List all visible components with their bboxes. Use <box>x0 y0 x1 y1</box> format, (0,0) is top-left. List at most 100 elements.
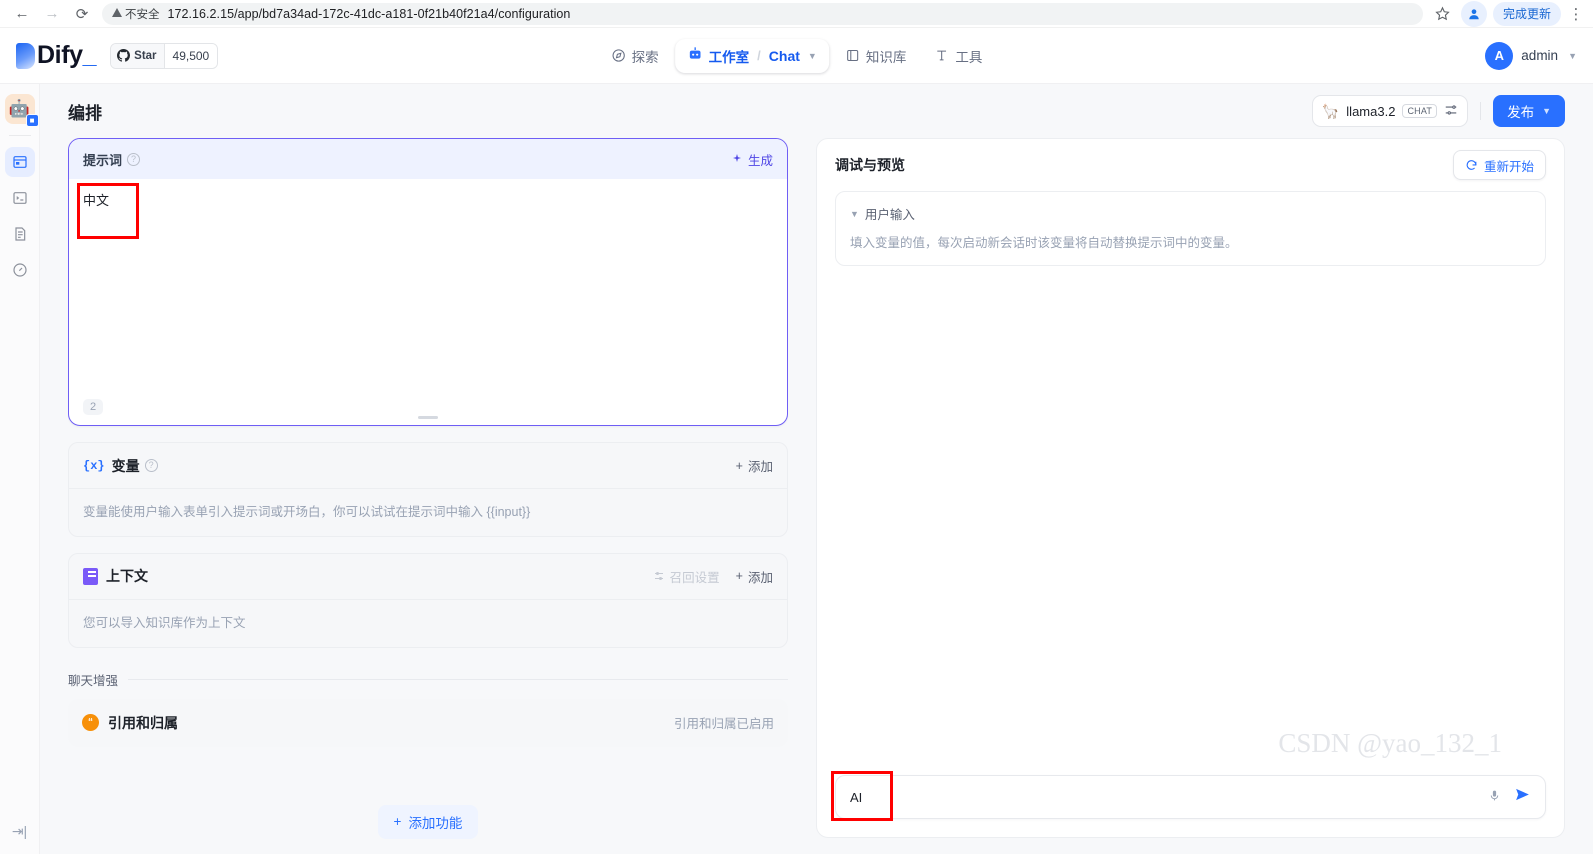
variables-actions: + 添加 <box>736 456 773 475</box>
prompt-editor[interactable]: 中文 2 <box>69 179 787 425</box>
variables-info-icon[interactable]: ? <box>144 459 158 472</box>
reload-icon[interactable]: ⟳ <box>68 0 96 28</box>
nav-item-knowledge[interactable]: 知识库 <box>833 39 919 73</box>
security-indicator[interactable]: 不安全 <box>112 6 160 22</box>
chat-enhance-label: 聊天增强 <box>68 673 119 688</box>
resize-grip[interactable] <box>418 416 438 419</box>
avatar[interactable]: A <box>1485 41 1514 70</box>
add-context-button[interactable]: + 添加 <box>736 567 773 586</box>
user-chevron-down-icon[interactable]: ▼ <box>1568 51 1577 61</box>
watermark: CSDN @yao_132_1 <box>1278 728 1502 758</box>
dify-logo[interactable]: Dify_ <box>16 41 97 69</box>
user-input-panel[interactable]: ▼ 用户输入 填入变量的值，每次启动新会话时该变量将自动替换提示词中的变量。 <box>835 191 1546 266</box>
browser-toolbar: ← → ⟳ 不安全 172.16.2.15/app/bd7a34ad-172c-… <box>0 0 1593 28</box>
model-type-badge: CHAT <box>1402 104 1438 118</box>
chevron-down-icon-userinput[interactable]: ▼ <box>850 209 859 219</box>
finish-update-button[interactable]: 完成更新 <box>1492 1 1561 26</box>
rail-divider <box>8 135 31 136</box>
back-arrow-icon[interactable]: ← <box>8 0 36 28</box>
add-feature-wrap: + 添加功能 <box>68 804 788 839</box>
llama-icon: 🦙 <box>1321 102 1340 119</box>
breadcrumb-separator: / <box>757 48 761 63</box>
username-label: admin <box>1521 48 1559 63</box>
quote-icon: “ <box>82 714 99 731</box>
settings-sliders-icon <box>654 572 663 581</box>
github-icon <box>117 49 131 62</box>
app-header: Dify_ Star 49,500 探索 工作室 / Chat ▼ 知识库 工具… <box>0 28 1593 84</box>
logo-underscore: _ <box>82 41 97 69</box>
publish-button[interactable]: 发布 ▼ <box>1493 95 1565 127</box>
citation-status: 引用和归属已启用 <box>673 717 774 731</box>
star-label: Star <box>134 49 157 62</box>
plus-icon-feature: + <box>393 814 402 829</box>
user-input-title: 用户输入 <box>864 208 915 222</box>
profile-icon[interactable] <box>1460 0 1487 27</box>
sidebar-item-api[interactable] <box>5 183 35 213</box>
add-variable-button[interactable]: + 添加 <box>736 456 773 475</box>
variables-card: {x} 变量 ? + 添加 变量能使用户输入表单引入提示词或开场白，你可以试试在… <box>68 442 788 537</box>
debug-preview-card: 调试与预览 重新开始 ▼ 用户输入 填入变量的值，每次启动新会话时该变量将自动替… <box>816 138 1565 838</box>
preview-header: 调试与预览 重新开始 <box>817 139 1564 191</box>
model-selector[interactable]: 🦙 llama3.2 CHAT <box>1311 95 1469 127</box>
kebab-menu-icon[interactable]: ⋮ <box>1567 5 1585 23</box>
sidebar-item-orchestrate[interactable] <box>4 147 35 177</box>
restart-button[interactable]: 重新开始 <box>1452 150 1546 180</box>
compass-icon <box>612 49 625 62</box>
document-icon <box>83 567 98 585</box>
warning-triangle-icon <box>112 8 122 17</box>
dify-logo-mark <box>16 42 35 69</box>
collapse-sidebar-icon[interactable]: ⇥| <box>12 823 27 840</box>
preview-title: 调试与预览 <box>835 157 905 173</box>
nav-item-explore[interactable]: 探索 <box>599 39 671 73</box>
main-header: 编排 🦙 llama3.2 CHAT 发布 ▼ <box>40 84 1593 138</box>
logs-icon <box>14 227 25 241</box>
context-title: 上下文 <box>106 568 148 585</box>
nav-label-explore: 探索 <box>631 49 659 65</box>
sliders-icon[interactable] <box>1444 103 1458 120</box>
composer-wrap: AI <box>817 771 1564 837</box>
nav-label-tools: 工具 <box>955 49 983 65</box>
star-left: Star <box>111 43 164 68</box>
context-actions: 召回设置 + 添加 <box>653 567 773 586</box>
nav-label-studio: 工作室 <box>708 49 750 65</box>
variables-title: 变量 <box>111 457 140 474</box>
star-icon[interactable] <box>1431 2 1455 26</box>
sidebar-item-monitoring[interactable] <box>5 255 35 285</box>
add-feature-button[interactable]: + 添加功能 <box>377 804 479 839</box>
restart-label: 重新开始 <box>1483 159 1534 174</box>
monitoring-gauge-icon <box>12 263 27 277</box>
user-input-header[interactable]: ▼ 用户输入 <box>850 204 1531 223</box>
citation-title: 引用和归属 <box>108 714 178 731</box>
citation-feature-row[interactable]: “ 引用和归属 引用和归属已启用 <box>68 698 788 747</box>
sidebar-item-logs[interactable] <box>5 219 35 249</box>
info-icon[interactable]: ? <box>127 152 141 166</box>
app-type-badge: ■ <box>25 114 39 127</box>
prompt-content[interactable]: 中文 <box>83 191 773 211</box>
add-feature-label: 添加功能 <box>408 815 463 831</box>
forward-arrow-icon[interactable]: → <box>38 0 66 28</box>
plus-icon: + <box>735 458 743 473</box>
chat-message-area: CSDN @yao_132_1 <box>817 266 1564 775</box>
send-icon[interactable] <box>1514 786 1531 808</box>
breadcrumb-current: Chat <box>768 47 800 64</box>
url-text: 172.16.2.15/app/bd7a34ad-172c-41dc-a181-… <box>167 6 571 21</box>
recall-settings-label: 召回设置 <box>669 570 720 585</box>
nav-item-tools[interactable]: 工具 <box>922 39 994 73</box>
app-sidebar: 🤖 ■ ⇥| <box>0 84 40 854</box>
star-count: 49,500 <box>163 43 218 68</box>
config-column: 提示词 ? 生成 中文 2 {x} 变量 ? + 添加 变量能使用户输入表单引入… <box>68 138 788 854</box>
github-star-badge[interactable]: Star 49,500 <box>110 42 219 69</box>
chat-input[interactable]: AI <box>835 775 1546 819</box>
robot-avatar-icon[interactable]: 🤖 ■ <box>4 94 39 127</box>
nav-item-studio[interactable]: 工作室 / Chat ▼ <box>674 38 829 73</box>
plus-icon-context: + <box>735 569 743 584</box>
chevron-down-icon[interactable]: ▼ <box>808 51 817 61</box>
header-user-area: A admin ▼ <box>1485 41 1577 70</box>
address-bar[interactable]: 不安全 172.16.2.15/app/bd7a34ad-172c-41dc-a… <box>102 2 1423 25</box>
add-variable-label: 添加 <box>747 460 773 474</box>
publish-label: 发布 <box>1507 105 1535 120</box>
generate-button[interactable]: 生成 <box>731 150 773 169</box>
variables-header: {x} 变量 ? + 添加 <box>69 443 787 489</box>
microphone-icon[interactable] <box>1488 789 1501 805</box>
publish-chevron-down-icon: ▼ <box>1542 106 1551 116</box>
